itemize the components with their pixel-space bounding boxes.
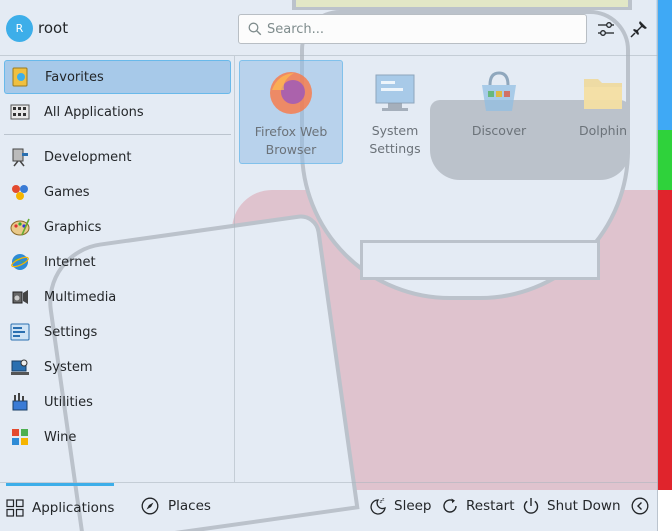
- system-settings-icon: [371, 68, 419, 116]
- app-tile-label: Discover: [471, 123, 527, 138]
- tab-places-label: Places: [168, 498, 211, 514]
- category-label: Games: [44, 184, 90, 200]
- restart-button[interactable]: Restart: [440, 493, 515, 519]
- category-games[interactable]: Games: [4, 175, 231, 209]
- launcher-footer: Applications Places zz Sleep Restart Shu…: [0, 482, 658, 531]
- app-tile-system-settings[interactable]: System Settings: [343, 60, 447, 164]
- category-system[interactable]: System: [4, 350, 231, 384]
- app-tile-label: Firefox Web Browser: [254, 124, 328, 157]
- app-tile-firefox[interactable]: Firefox Web Browser: [239, 60, 343, 164]
- applications-grid-icon: [6, 498, 24, 518]
- wine-icon: [9, 426, 31, 448]
- power-icon: [521, 496, 541, 516]
- category-label: Utilities: [44, 394, 93, 410]
- system-icon: [9, 356, 31, 378]
- category-label: Settings: [44, 324, 98, 340]
- more-power-options-button[interactable]: [630, 493, 656, 519]
- app-tile-label: System Settings: [369, 123, 421, 156]
- sleep-button[interactable]: zz Sleep: [368, 493, 432, 519]
- app-tile-dolphin[interactable]: Dolphin: [551, 60, 655, 164]
- settings-icon: [9, 321, 31, 343]
- discover-icon: [475, 68, 523, 116]
- sliders-icon: [598, 22, 614, 36]
- category-label: System: [44, 359, 93, 375]
- category-internet[interactable]: Internet: [4, 245, 231, 279]
- pin-button[interactable]: [626, 16, 652, 42]
- category-graphics[interactable]: Graphics: [4, 210, 231, 244]
- app-tile-label: Dolphin: [579, 123, 627, 138]
- all-applications-icon: [9, 101, 31, 123]
- shutdown-button[interactable]: Shut Down: [521, 493, 621, 519]
- search-field[interactable]: [238, 14, 587, 44]
- utilities-icon: [9, 391, 31, 413]
- category-multimedia[interactable]: Multimedia: [4, 280, 231, 314]
- favorites-icon: [10, 66, 32, 88]
- application-launcher: R root Search... Favorites All Applicati…: [0, 0, 658, 531]
- user-avatar[interactable]: R: [6, 15, 33, 42]
- tab-places[interactable]: Places: [140, 483, 211, 529]
- restart-icon: [440, 496, 460, 516]
- category-label: Favorites: [45, 69, 104, 85]
- category-divider: [4, 134, 231, 135]
- configure-button[interactable]: [593, 16, 619, 42]
- app-tile-discover[interactable]: Discover: [447, 60, 551, 164]
- pin-icon: [630, 21, 647, 38]
- firefox-icon: [267, 69, 315, 117]
- favorites-grid: Firefox Web Browser System Settings Disc…: [236, 56, 658, 482]
- restart-label: Restart: [466, 498, 515, 514]
- sleep-icon: zz: [368, 496, 388, 516]
- category-favorites[interactable]: Favorites: [4, 60, 231, 94]
- user-name: root: [38, 19, 69, 37]
- category-utilities[interactable]: Utilities: [4, 385, 231, 419]
- search-icon: [248, 22, 262, 36]
- shutdown-label: Shut Down: [547, 498, 621, 514]
- category-label: Multimedia: [44, 289, 117, 305]
- category-wine[interactable]: Wine: [4, 420, 231, 454]
- category-label: Graphics: [44, 219, 102, 235]
- games-icon: [9, 181, 31, 203]
- internet-icon: [9, 251, 31, 273]
- category-label: All Applications: [44, 104, 144, 120]
- category-development[interactable]: Development: [4, 140, 231, 174]
- category-label: Wine: [44, 429, 77, 445]
- svg-text:z: z: [382, 498, 385, 503]
- category-label: Internet: [44, 254, 96, 270]
- multimedia-icon: [9, 286, 31, 308]
- graphics-icon: [9, 216, 31, 238]
- launcher-header: R root: [0, 0, 658, 56]
- compass-icon: [140, 496, 160, 516]
- category-all-applications[interactable]: All Applications: [4, 95, 231, 129]
- dolphin-icon: [579, 68, 627, 116]
- chevron-left-icon: [630, 496, 650, 516]
- tab-applications[interactable]: Applications: [6, 483, 114, 529]
- category-label: Development: [44, 149, 132, 165]
- tab-applications-label: Applications: [32, 499, 115, 516]
- sleep-label: Sleep: [394, 498, 432, 514]
- category-list: Favorites All Applications Development G…: [0, 56, 235, 482]
- category-settings[interactable]: Settings: [4, 315, 231, 349]
- search-input[interactable]: [267, 16, 577, 42]
- development-icon: [9, 146, 31, 168]
